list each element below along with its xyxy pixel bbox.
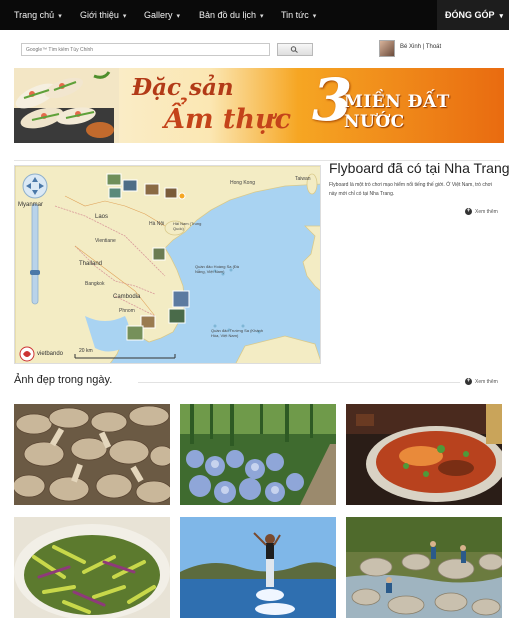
travel-map[interactable]: Myanmar Laos Hà Nội Thailand Bangkok Cam… [14,165,321,364]
section-title: Ảnh đẹp trong ngày. [14,374,119,386]
more-label: Xem thêm [475,378,498,385]
nav-item-travel-map[interactable]: Bản đồ du lịch ▾ [199,0,264,30]
user-name-link[interactable]: Bé Xinh [400,44,421,50]
featured-article: Myanmar Laos Hà Nội Thailand Bangkok Cam… [14,160,509,369]
search-icon [290,46,298,53]
more-label: Xem thêm [475,208,498,215]
photo-rocky-stream[interactable] [346,517,502,618]
map-label: 20 km [79,348,93,354]
donate-label: ĐÓNG GÓP [445,10,495,20]
donate-button[interactable]: ĐÓNG GÓP ▾ [437,0,509,30]
photo-flyboard-sea[interactable] [180,517,336,618]
nav-item-gallery[interactable]: Gallery ▾ [144,0,180,30]
chevron-down-icon: ▾ [58,13,62,20]
map-label: Myanmar [18,202,44,208]
plus-circle-icon: + [465,378,472,385]
nav-item-label: Tin tức [281,10,309,20]
nav-item-label: Bản đồ du lịch [199,10,257,20]
photo-mushrooms[interactable] [14,404,170,505]
banner-tagline: MIỀN ĐẤT NƯỚC [344,92,450,132]
banner-subheading: Ẩm thực [164,104,292,135]
article-title[interactable]: Flyboard đã có tại Nha Trang [329,160,509,176]
search-input[interactable] [21,43,270,56]
photo-stir-fry-vegetables[interactable] [14,517,170,618]
map-canvas [15,166,320,363]
map-label: Hong Kong [230,180,256,186]
chevron-down-icon: ▾ [176,13,181,20]
map-label: Laos [95,214,109,220]
chevron-down-icon: ▾ [122,13,127,20]
article-description: Flyboard là một trò chơi mạo hiểm nổi ti… [329,182,492,197]
food-image [14,68,119,143]
gallery-header: Ảnh đẹp trong ngày. + Xem thêm [14,374,504,390]
nav-item-about[interactable]: Giới thiệu ▾ [80,0,126,30]
top-nav: Trang chủ ▾ Giới thiệu ▾ Gallery ▾ Bản đồ d… [0,0,509,30]
promo-banner[interactable]: Đặc sản Ẩm thực 3 MIỀN ĐẤT NƯỚC [14,68,504,143]
photo-noodle-soup[interactable] [346,404,502,505]
divider [138,382,460,383]
map-label: Bangkok [85,281,105,287]
map-label: Quần đảo Hoàng Sa (Đà Nẵng, Việt Nam) [195,264,240,274]
gallery-more-link[interactable]: + Xem thêm [465,378,498,385]
search-button[interactable] [277,43,313,56]
nav-item-home[interactable]: Trang chủ ▾ [14,0,62,30]
map-label: Vientiane [95,238,116,244]
map-label: Thailand [79,261,103,267]
plus-circle-icon: + [465,208,472,215]
user-links: Bé Xinh | Thoát [400,44,441,50]
map-label: Phnom [119,308,135,314]
chevron-down-icon: ▾ [499,13,504,20]
map-label: Hà Nội [149,221,165,227]
banner-heading: Đặc sản [132,74,234,101]
avatar[interactable] [379,40,395,57]
chevron-down-icon: ▾ [312,13,317,20]
map-label: Hải Nam (Trung Quốc) [173,221,202,231]
map-zoom-slider [31,203,39,305]
map-label: vietbando [37,351,64,357]
nav-item-label: Trang chủ [14,10,55,20]
article-more-link[interactable]: + Xem thêm [465,208,498,215]
logout-link[interactable]: Thoát [426,44,441,50]
photo-hydrangea-field[interactable] [180,404,336,505]
separator: | [422,44,425,50]
map-label: Quần đảo Trường Sa (Khánh Hòa, Việt Nam) [211,328,263,338]
map-label: Cambodia [113,294,141,300]
nav-item-news[interactable]: Tin tức ▾ [281,0,316,30]
nav-item-label: Giới thiệu [80,10,119,20]
chevron-down-icon: ▾ [260,13,264,20]
map-label: Taiwan [295,176,311,182]
nav-item-label: Gallery [144,10,173,20]
